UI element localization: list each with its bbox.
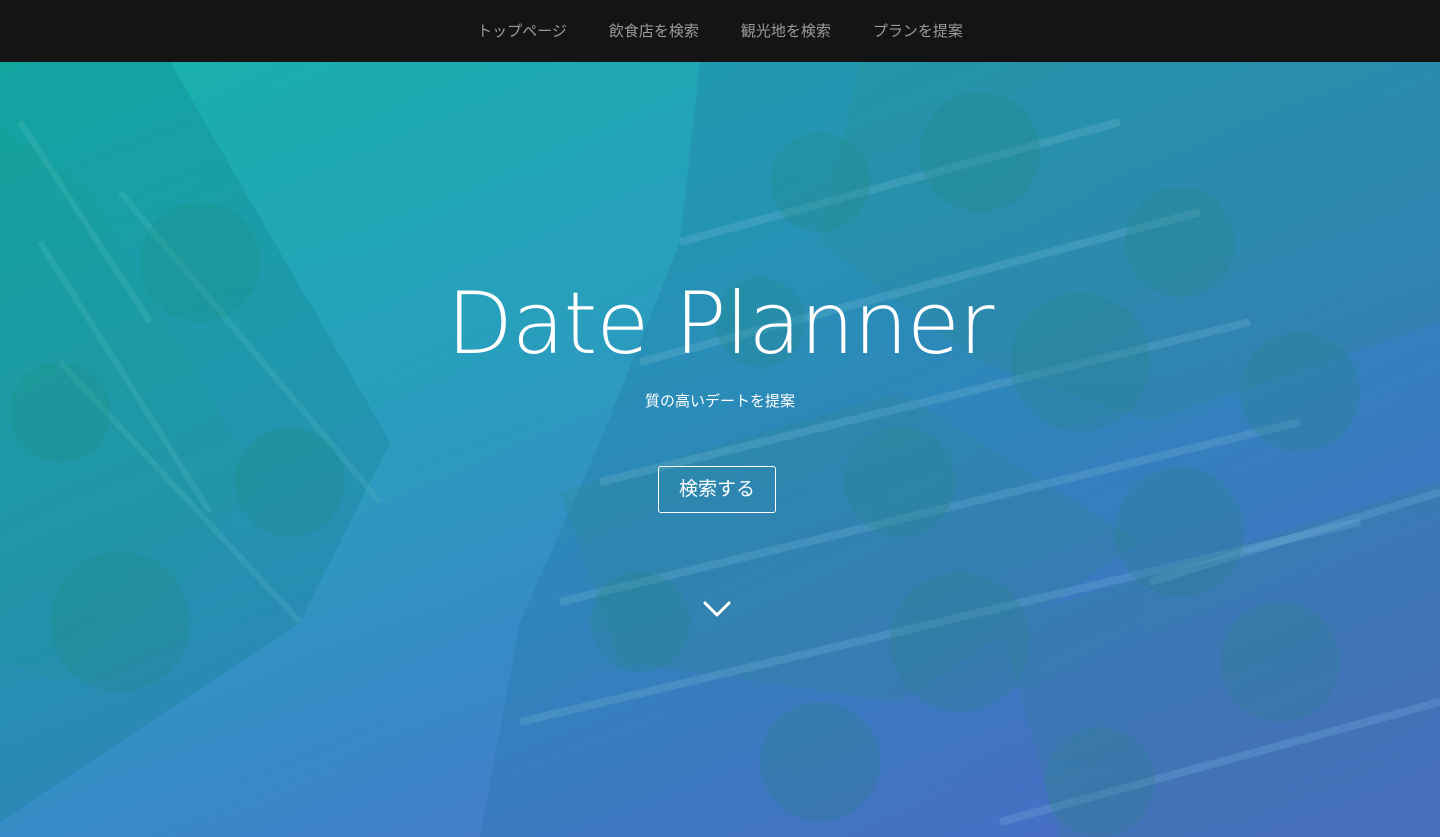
nav-item-restaurant-search[interactable]: 飲食店を検索 <box>588 0 720 62</box>
page-title: Date Planner <box>446 274 995 374</box>
search-button[interactable]: 検索する <box>658 466 776 513</box>
nav-list: トップページ 飲食店を検索 観光地を検索 プランを提案 <box>456 0 984 62</box>
hero-content: Date Planner 質の高いデートを提案 検索する <box>0 62 1440 837</box>
nav-item-top-page[interactable]: トップページ <box>456 0 588 62</box>
hero-section: Date Planner 質の高いデートを提案 検索する <box>0 62 1440 837</box>
hero-subtitle: 質の高いデートを提案 <box>644 392 795 410</box>
nav-item-sightseeing-search[interactable]: 観光地を検索 <box>720 0 852 62</box>
top-navbar: トップページ 飲食店を検索 観光地を検索 プランを提案 <box>0 0 1440 62</box>
nav-item-plan-proposal[interactable]: プランを提案 <box>852 0 984 62</box>
chevron-down-icon[interactable] <box>702 598 732 620</box>
